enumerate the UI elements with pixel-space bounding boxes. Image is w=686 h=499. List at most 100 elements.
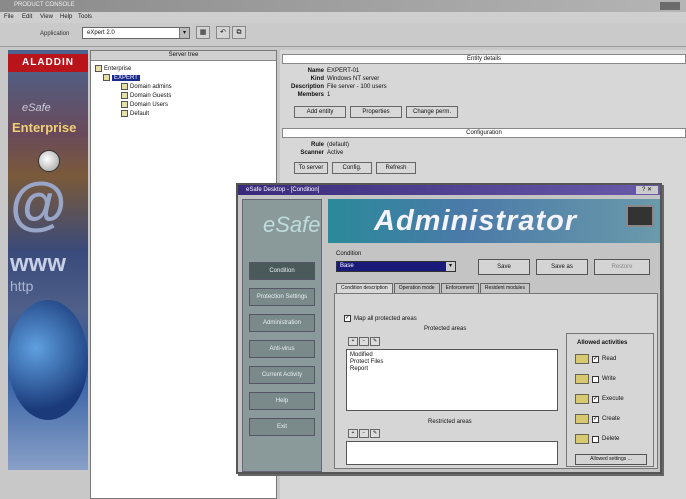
checkbox-icon[interactable]: ✓ <box>344 315 351 322</box>
protected-toolbar: + − ✎ <box>348 337 380 346</box>
checkbox-icon[interactable]: ✓ <box>592 415 599 423</box>
toolbar-undo-button[interactable]: ↶ <box>216 26 230 39</box>
allow-read[interactable]: ✓ Read <box>575 354 616 364</box>
tab-condition-description[interactable]: Condition description <box>336 283 393 293</box>
globe-graphic <box>8 300 88 420</box>
banner-subtitle: eSafe <box>22 102 51 114</box>
toolbar-grid-button[interactable]: ▦ <box>196 26 210 39</box>
read-icon <box>575 354 589 364</box>
execute-icon <box>575 394 589 404</box>
tree-node-default[interactable]: Default <box>121 110 149 117</box>
chevron-down-icon[interactable]: ▾ <box>446 262 455 271</box>
allowed-activities-group: Allowed activities ✓ Read Write ✓ Execute … <box>566 333 654 467</box>
restore-button[interactable]: Restore <box>594 259 650 275</box>
save-button[interactable]: Save <box>478 259 530 275</box>
save-as-button[interactable]: Save as <box>536 259 588 275</box>
menu-bar: File Edit View Help Tools <box>0 12 686 23</box>
field-members: Members 1 <box>297 92 331 98</box>
list-item[interactable]: Protect Files <box>350 359 554 366</box>
entity-details-header: Entity details <box>282 54 686 64</box>
write-icon <box>575 374 589 384</box>
create-icon <box>575 414 589 424</box>
banner-heading: Administrator <box>374 205 578 237</box>
protected-areas-list[interactable]: Modified Protect Files Report <box>346 349 558 411</box>
add-entity-button[interactable]: Add entity <box>294 106 346 118</box>
refresh-button[interactable]: Refresh <box>376 162 416 174</box>
sidebar-item-administration[interactable]: Administration <box>249 314 315 332</box>
application-value: eXpert 2.0 <box>87 30 115 36</box>
add-icon[interactable]: + <box>348 429 358 438</box>
menu-file[interactable]: File <box>4 14 14 20</box>
sidebar-item-exit[interactable]: Exit <box>249 418 315 436</box>
group-icon <box>121 110 128 117</box>
menu-help[interactable]: Help <box>60 14 72 20</box>
sidebar-item-antivirus[interactable]: Anti-virus <box>249 340 315 358</box>
chevron-down-icon[interactable]: ▾ <box>179 28 189 38</box>
change-perm-button[interactable]: Change perm. <box>406 106 458 118</box>
restricted-toolbar: + − ✎ <box>348 429 380 438</box>
list-item[interactable]: Modified <box>350 352 554 359</box>
edit-icon[interactable]: ✎ <box>370 429 380 438</box>
menu-edit[interactable]: Edit <box>22 14 32 20</box>
window-controls[interactable] <box>660 2 680 10</box>
allow-delete[interactable]: Delete <box>575 434 619 444</box>
tab-strip: Condition description Operation mode Enf… <box>336 283 531 293</box>
tree-node-enterprise[interactable]: Enterprise <box>95 65 131 72</box>
tab-enforcement[interactable]: Enforcement <box>440 283 479 293</box>
map-all-checkbox[interactable]: ✓ Map all protected areas <box>344 315 417 322</box>
allow-execute[interactable]: ✓ Execute <box>575 394 624 404</box>
add-icon[interactable]: + <box>348 337 358 346</box>
allow-write[interactable]: Write <box>575 374 616 384</box>
side-logo: eSafe <box>263 212 321 237</box>
config-button[interactable]: Config. <box>332 162 372 174</box>
application-select[interactable]: eXpert 2.0 ▾ <box>82 27 190 39</box>
condition-select[interactable]: Base ▾ <box>336 261 456 272</box>
brand-logo: ALADDIN <box>8 54 88 72</box>
group-icon <box>121 101 128 108</box>
checkbox-icon[interactable]: ✓ <box>592 355 599 363</box>
list-item[interactable]: Report <box>350 366 554 373</box>
allow-create[interactable]: ✓ Create <box>575 414 620 424</box>
tab-resident-modules[interactable]: Resident modules <box>479 283 530 293</box>
menu-tools[interactable]: Tools <box>78 14 92 20</box>
esafe-dialog: eSafe Desktop - [Condition] ? ✕ eSafe Co… <box>236 183 662 474</box>
dialog-titlebar: eSafe Desktop - [Condition] ? ✕ <box>238 185 660 195</box>
sidebar-item-condition[interactable]: Condition <box>249 262 315 280</box>
toolbar: Application eXpert 2.0 ▾ ▦ ↶ ⧉ <box>0 23 686 47</box>
dialog-title: eSafe Desktop - [Condition] <box>246 187 320 193</box>
sidebar-item-help[interactable]: Help <box>249 392 315 410</box>
sidebar-item-current-activity[interactable]: Current Activity <box>249 366 315 384</box>
remove-icon[interactable]: − <box>359 337 369 346</box>
allowed-activities-title: Allowed activities <box>577 340 628 346</box>
field-scanner: Scanner Active <box>300 150 344 156</box>
tree-header: Server tree <box>91 51 276 61</box>
tree-node-domain-admins[interactable]: Domain admins <box>121 83 172 90</box>
tree-node-domain-users[interactable]: Domain Users <box>121 101 168 108</box>
to-server-button[interactable]: To server <box>294 162 328 174</box>
tree-node-domain-guests[interactable]: Domain Guests <box>121 92 171 99</box>
checkbox-icon[interactable]: ✓ <box>592 395 599 403</box>
menu-view[interactable]: View <box>40 14 53 20</box>
server-icon <box>103 74 110 81</box>
tree-node-expert[interactable]: EXPERT <box>103 74 140 81</box>
field-kind: Kind Windows NT server <box>310 76 380 82</box>
remove-icon[interactable]: − <box>359 429 369 438</box>
properties-button[interactable]: Properties <box>350 106 402 118</box>
edit-icon[interactable]: ✎ <box>370 337 380 346</box>
delete-icon <box>575 434 589 444</box>
www-graphic: www <box>10 250 67 277</box>
banner-title: Enterprise <box>12 120 77 135</box>
checkbox-icon[interactable] <box>592 435 599 443</box>
tab-operation-mode[interactable]: Operation mode <box>393 283 440 293</box>
condition-label: Condition <box>336 251 362 257</box>
at-sign-graphic: @ <box>10 171 67 236</box>
checkbox-icon[interactable] <box>592 375 599 383</box>
toolbar-copy-button[interactable]: ⧉ <box>232 26 246 39</box>
close-icon[interactable]: ? ✕ <box>636 186 658 194</box>
sidebar-item-protection[interactable]: Protection Settings <box>249 288 315 306</box>
allowed-settings-button[interactable]: Allowed settings ... <box>575 454 647 465</box>
group-icon <box>121 92 128 99</box>
restricted-areas-list[interactable] <box>346 441 558 465</box>
http-graphic: http <box>10 278 34 294</box>
application-label: Application <box>40 31 70 37</box>
